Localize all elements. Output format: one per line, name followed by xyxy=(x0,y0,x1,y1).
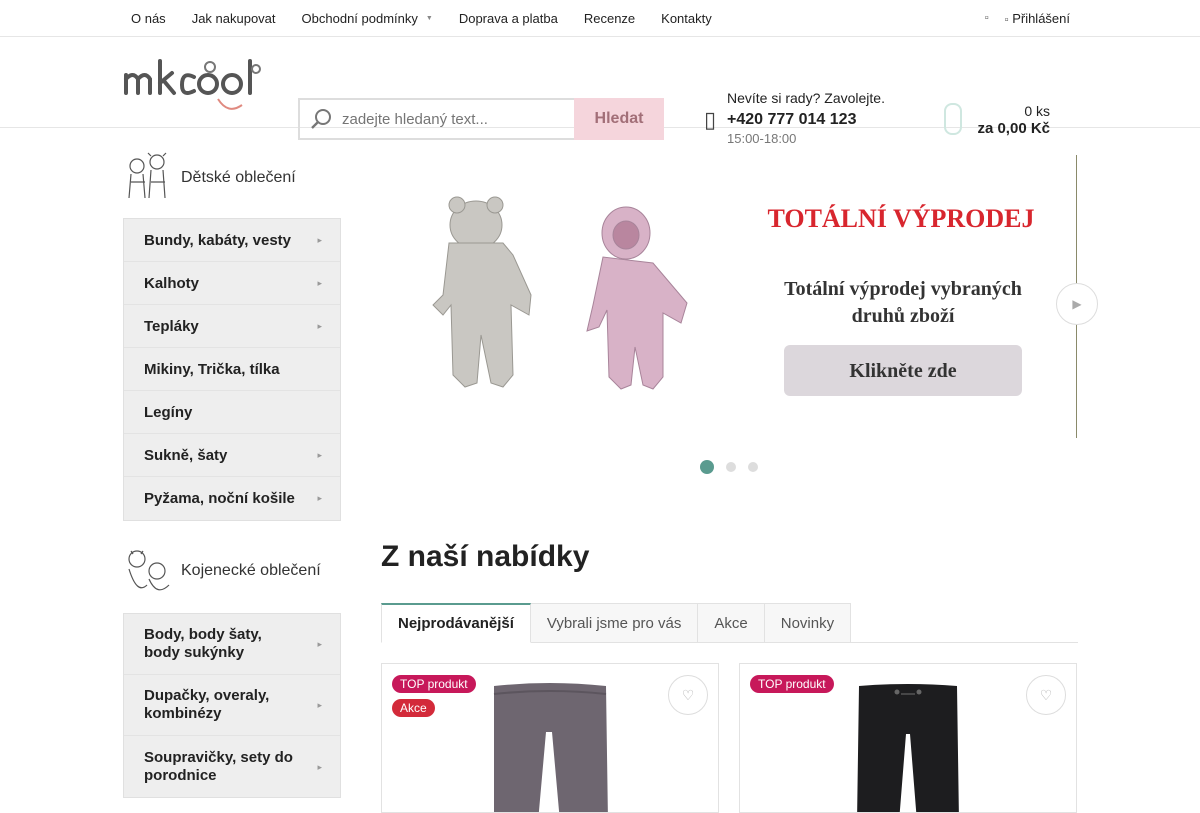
sidebar-item-hoodies[interactable]: Mikiny, Trička, tílka xyxy=(124,348,340,391)
babies-menu: Body, body šaty, body sukýnky ▸ Dupačky, … xyxy=(123,613,341,798)
nav-link-terms-label: Obchodní podmínky xyxy=(301,10,418,26)
sidebar-item-label: Legíny xyxy=(144,403,193,421)
promo-subtitle-line2: druhů zboží xyxy=(852,305,955,327)
sidebar-item-sweatpants[interactable]: Tepláky ▸ xyxy=(124,305,340,348)
heart-icon[interactable]: ♡ xyxy=(668,675,708,715)
sidebar-item-label: Bundy, kabáty, vesty xyxy=(144,231,291,249)
chevron-right-icon: ▸ xyxy=(317,320,322,331)
cart-icon xyxy=(944,103,962,135)
header: Hledat ▯ Nevíte si rady? Zavolejte. +420… xyxy=(0,37,1200,146)
slider-dots xyxy=(700,460,758,474)
tab-sale[interactable]: Akce xyxy=(698,603,765,643)
product-image xyxy=(493,683,608,812)
kids-illustration-icon xyxy=(128,152,167,199)
product-card[interactable]: TOP produkt Akce ♡ xyxy=(381,663,719,813)
nav-link-shipping[interactable]: Doprava a platba xyxy=(446,11,571,26)
search-icon xyxy=(311,109,331,129)
promo-subtitle-line1: Totální výprodej vybraných xyxy=(784,278,1022,300)
chevron-right-icon: ▸ xyxy=(317,449,322,460)
slider-dot-2[interactable] xyxy=(726,462,736,472)
chevron-right-icon: ▸ xyxy=(317,493,322,503)
contact-hours: 15:00-18:00 xyxy=(727,131,797,146)
offer-tabs: Nejprodávanější Vybrali jsme pro vás Akc… xyxy=(381,603,1078,643)
sidebar-item-leggings[interactable]: Legíny xyxy=(124,391,340,434)
badge-top-product: TOP produkt xyxy=(750,675,834,693)
sidebar-item-skirts[interactable]: Sukně, šaty ▸ xyxy=(124,434,340,477)
sidebar-item-label: Kalhoty xyxy=(144,274,200,292)
slider-dot-1[interactable] xyxy=(700,460,714,474)
category-header-kids: Dětské oblečení xyxy=(123,150,341,206)
category-header-babies: Kojenecké oblečení xyxy=(123,543,341,599)
nav-link-about[interactable]: O nás xyxy=(118,11,179,26)
sidebar-item-label: Body, body šaty, body sukýnky xyxy=(144,626,262,661)
babies-illustration-icon xyxy=(128,550,170,591)
slider-dot-3[interactable] xyxy=(748,462,758,472)
sidebar-item-label: Dupačky, overaly, kombinézy xyxy=(144,687,270,722)
promo-headline: TOTÁLNÍ VÝPRODEJ xyxy=(767,204,1034,233)
promo-slider[interactable]: TOTÁLNÍ VÝPRODEJ Totální výprodej vybran… xyxy=(381,155,1078,438)
sidebar: Dětské oblečení Bundy, kabáty, vesty ▸ Ka… xyxy=(123,150,341,798)
sidebar-item-rompers[interactable]: Dupačky, overaly, kombinézy ▸ xyxy=(124,675,340,736)
contact-question: Nevíte si rady? Zavolejte. xyxy=(727,90,885,106)
chevron-right-icon: ▸ xyxy=(317,277,322,288)
slider-next-button[interactable]: ▶ xyxy=(1056,283,1098,325)
search-box xyxy=(298,98,574,140)
sidebar-item-trousers[interactable]: Kalhoty ▸ xyxy=(124,262,340,305)
login-link[interactable]: ▫ Přihlášení xyxy=(1005,11,1070,26)
chevron-right-icon: ▸ xyxy=(317,761,322,772)
category-title-kids[interactable]: Dětské oblečení xyxy=(181,169,296,187)
top-links: ▫ ▫ Přihlášení xyxy=(985,0,1070,36)
promo-cta: Klikněte zde xyxy=(849,360,956,382)
nav-link-reviews[interactable]: Recenze xyxy=(571,11,648,26)
top-bar: O nás Jak nakupovat Obchodní podmínky ▼ D… xyxy=(0,0,1200,37)
offer-title: Z naší nabídky xyxy=(381,540,590,573)
sidebar-item-pajamas[interactable]: Pyžama, noční košile ▸ xyxy=(124,477,340,520)
sidebar-item-sets[interactable]: Soupravičky, sety do porodnice ▸ xyxy=(124,736,340,797)
language-icon[interactable]: ▫ xyxy=(985,12,989,24)
tab-new[interactable]: Novinky xyxy=(764,603,852,643)
cart-total: za 0,00 Kč xyxy=(977,120,1050,137)
tab-bestsellers[interactable]: Nejprodávanější xyxy=(381,603,531,643)
promo-banner: TOTÁLNÍ VÝPRODEJ Totální výprodej vybran… xyxy=(381,155,1078,438)
logo[interactable] xyxy=(122,55,284,111)
cart-count: 0 ks xyxy=(1024,103,1050,119)
contact-phone[interactable]: +420 777 014 123 xyxy=(727,111,856,129)
category-title-babies[interactable]: Kojenecké oblečení xyxy=(181,562,321,580)
login-label: Přihlášení xyxy=(1012,10,1070,26)
nav-link-contacts[interactable]: Kontakty xyxy=(648,11,725,26)
product-image xyxy=(857,684,959,812)
chevron-right-icon: ▸ xyxy=(317,639,322,649)
search-button[interactable]: Hledat xyxy=(574,98,664,140)
sidebar-item-bodysuits[interactable]: Body, body šaty, body sukýnky ▸ xyxy=(124,614,340,675)
sidebar-item-label: Sukně, šaty xyxy=(144,446,228,464)
chevron-right-icon: ▸ xyxy=(317,700,322,710)
product-card[interactable]: TOP produkt ♡ xyxy=(739,663,1077,813)
chevron-down-icon: ▼ xyxy=(425,14,433,22)
chevron-right-icon: ▸ xyxy=(317,234,322,245)
sidebar-item-label: Mikiny, Trička, tílka xyxy=(144,360,280,378)
sidebar-item-label: Soupravičky, sety do porodnice xyxy=(144,748,293,784)
tab-picked-for-you[interactable]: Vybrali jsme pro vás xyxy=(530,603,699,643)
badge-top-product: TOP produkt xyxy=(392,675,476,693)
cart[interactable]: 0 ks za 0,00 Kč xyxy=(944,101,1050,141)
sidebar-item-label: Tepláky xyxy=(144,317,199,335)
nav-link-terms[interactable]: Obchodní podmínky ▼ xyxy=(289,11,446,26)
badge-sale: Akce xyxy=(392,699,435,717)
search-input[interactable] xyxy=(342,110,562,128)
user-icon: ▫ xyxy=(1004,13,1009,26)
sidebar-item-jackets[interactable]: Bundy, kabáty, vesty ▸ xyxy=(124,219,340,262)
kids-menu: Bundy, kabáty, vesty ▸ Kalhoty ▸ Tepláky ▸ … xyxy=(123,218,341,521)
nav-link-how-to-buy[interactable]: Jak nakupovat xyxy=(179,11,289,26)
heart-icon[interactable]: ♡ xyxy=(1026,675,1066,715)
phone-icon: ▯ xyxy=(704,107,717,132)
sidebar-item-label: Pyžama, noční košile xyxy=(144,490,295,507)
top-navigation: O nás Jak nakupovat Obchodní podmínky ▼ D… xyxy=(118,0,725,36)
search-form: Hledat xyxy=(298,98,664,140)
